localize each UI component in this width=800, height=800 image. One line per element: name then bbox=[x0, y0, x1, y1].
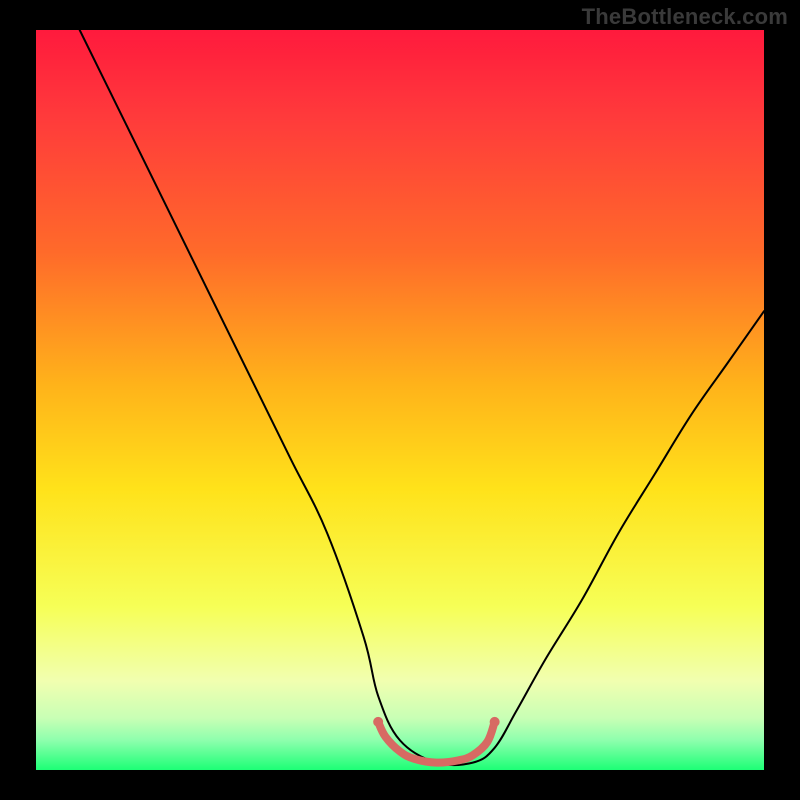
chart-frame: TheBottleneck.com bbox=[0, 0, 800, 800]
optimal-band-endpoint bbox=[373, 717, 383, 727]
gradient-background bbox=[36, 30, 764, 770]
plot-area bbox=[36, 30, 764, 770]
chart-svg bbox=[36, 30, 764, 770]
watermark-text: TheBottleneck.com bbox=[582, 4, 788, 30]
optimal-band-endpoint bbox=[490, 717, 500, 727]
